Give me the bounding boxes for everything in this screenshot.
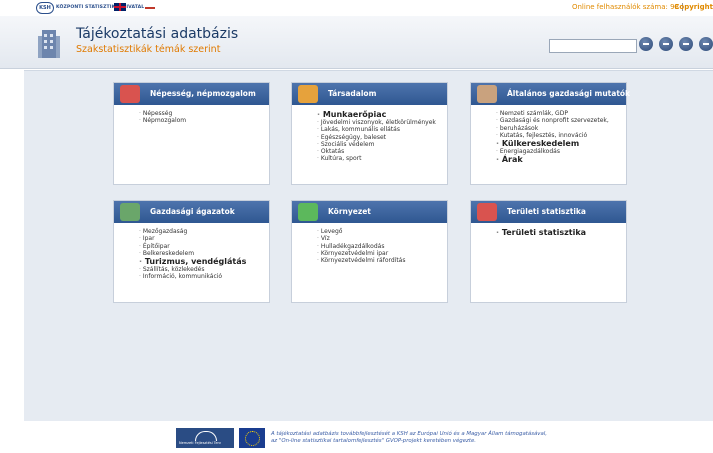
card-title: Népesség, népmozgalom <box>150 89 256 98</box>
ksh-logo[interactable]: KSH KÖZPONTI STATISZTIKAI HIVATAL <box>36 1 156 14</box>
card-header[interactable]: Környezet <box>292 201 447 223</box>
search-button-icon[interactable] <box>639 37 653 51</box>
card-title: Társadalom <box>328 89 377 98</box>
list-item[interactable]: Ipar <box>139 235 269 242</box>
list-item[interactable]: Külkereskedelem <box>496 139 626 148</box>
list-item[interactable]: Szállítás, közlekedés <box>139 266 269 273</box>
regional-map-icon <box>477 203 497 221</box>
ksh-name: KÖZPONTI STATISZTIKAI HIVATAL <box>56 5 145 10</box>
population-icon <box>120 85 140 103</box>
list-item[interactable]: Jövedelmi viszonyok, életkörülmények <box>317 119 447 126</box>
card-title: Területi statisztika <box>507 207 586 216</box>
card-teruleti: Területi statisztika Területi statisztik… <box>470 200 627 303</box>
list-item[interactable]: Árak <box>496 155 626 164</box>
eu-stars-icon <box>245 431 260 446</box>
footer-notice: A tájékoztatási adatbázis továbbfejleszt… <box>271 431 611 445</box>
arc-icon <box>195 431 217 441</box>
help-button-icon[interactable] <box>679 37 693 51</box>
ksh-abbr: KSH <box>36 1 54 14</box>
list-item[interactable]: Információ, kommunikáció <box>139 273 269 280</box>
list-item[interactable]: Környezetvédelmi ráfordítás <box>317 257 447 264</box>
list-item[interactable]: Környezetvédelmi ipar <box>317 250 447 257</box>
card-header[interactable]: Társadalom <box>292 83 447 105</box>
society-icon <box>298 85 318 103</box>
list-item[interactable]: Munkaerőpiac <box>317 110 447 119</box>
print-button-icon[interactable] <box>699 37 713 51</box>
list-item[interactable]: Mezőgazdaság <box>139 228 269 235</box>
list-item[interactable]: Népesség <box>139 110 269 117</box>
economy-indicators-icon <box>477 85 497 103</box>
card-title: Gazdasági ágazatok <box>150 207 235 216</box>
card-header[interactable]: Területi statisztika <box>471 201 626 223</box>
list-item[interactable]: Nemzeti számlák, GDP <box>496 110 626 117</box>
online-users: Online felhasználók száma: 93 <box>571 3 679 11</box>
list-item[interactable]: Víz <box>317 235 447 242</box>
list-item[interactable]: Kutatás, fejlesztés, innováció <box>496 132 626 139</box>
list-item[interactable]: Egészségügy, baleset <box>317 134 447 141</box>
list-item[interactable]: Szociális védelem <box>317 141 447 148</box>
card-title: Környezet <box>328 207 371 216</box>
list-item[interactable]: Népmozgalom <box>139 117 269 124</box>
card-tarsadalom: Társadalom Munkaerőpiac Jövedelmi viszon… <box>291 82 448 185</box>
environment-icon <box>298 203 318 221</box>
page-title: Tájékoztatási adatbázis <box>76 26 239 42</box>
footer-line-2: az "On-line statisztikai tartalomfejlesz… <box>271 438 476 444</box>
eu-flag-icon[interactable] <box>239 428 265 448</box>
list-item[interactable]: Lakás, kommunális ellátás <box>317 126 447 133</box>
card-gazdasagi-agazatok: Gazdasági ágazatok Mezőgazdaság Ipar Épí… <box>113 200 270 303</box>
home-button-icon[interactable] <box>659 37 673 51</box>
card-header[interactable]: Népesség, népmozgalom <box>114 83 269 105</box>
page-subtitle: Szakstatisztikák témák szerint <box>76 44 221 55</box>
card-gazdasagi-mutatok: Általános gazdasági mutatók Nemzeti szám… <box>470 82 630 185</box>
card-nepesseg: Népesség, népmozgalom Népesség Népmozgal… <box>113 82 270 185</box>
copyright-link[interactable]: Copyright <box>674 3 713 11</box>
list-item[interactable]: Turizmus, vendéglátás <box>139 257 269 266</box>
industry-sectors-icon <box>120 203 140 221</box>
list-item[interactable]: Levegő <box>317 228 447 235</box>
database-building-icon <box>38 30 60 58</box>
nft-logo-text: Nemzeti Fejlesztési Terv <box>179 441 222 445</box>
list-item[interactable]: beruházások <box>496 125 626 132</box>
card-title: Általános gazdasági mutatók <box>507 89 631 98</box>
footer-line-1: A tájékoztatási adatbázis továbbfejleszt… <box>271 431 548 437</box>
page-header: Tájékoztatási adatbázis Szakstatisztikák… <box>0 16 713 69</box>
list-item[interactable]: Kultúra, sport <box>317 155 447 162</box>
topics-panel: Népesség, népmozgalom Népesség Népmozgal… <box>24 70 713 421</box>
ksh-arrow-icon <box>145 6 156 9</box>
english-flag-icon[interactable] <box>114 3 126 11</box>
list-item[interactable]: Építőipar <box>139 243 269 250</box>
nft-logo[interactable]: Nemzeti Fejlesztési Terv <box>176 428 234 448</box>
top-strip: KSH KÖZPONTI STATISZTIKAI HIVATAL Online… <box>0 0 713 16</box>
card-kornyezet: Környezet Levegő Víz Hulladékgazdálkodás… <box>291 200 448 303</box>
search-input[interactable] <box>549 39 637 53</box>
card-header[interactable]: Gazdasági ágazatok <box>114 201 269 223</box>
list-item[interactable]: Hulladékgazdálkodás <box>317 243 447 250</box>
list-item[interactable]: Területi statisztika <box>496 228 626 237</box>
card-header[interactable]: Általános gazdasági mutatók <box>471 83 630 105</box>
list-item[interactable]: Gazdasági és nonprofit szervezetek, <box>496 117 626 124</box>
list-item[interactable]: Oktatás <box>317 148 447 155</box>
